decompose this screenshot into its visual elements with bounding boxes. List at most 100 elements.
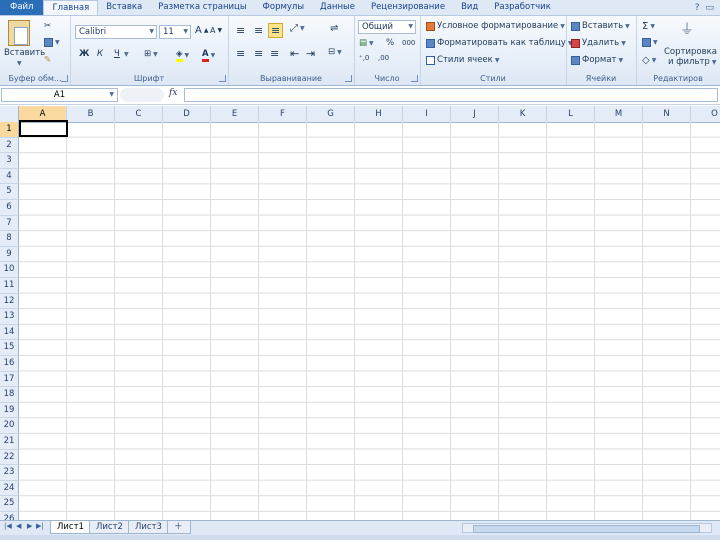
thousands-button[interactable]: 000 xyxy=(402,39,415,47)
row-header-1[interactable]: 1 xyxy=(0,122,19,138)
row-header-14[interactable]: 14 xyxy=(0,324,19,341)
increase-decimal-icon[interactable]: ⁺,0 xyxy=(359,54,369,62)
column-header-d[interactable]: D xyxy=(163,106,211,122)
column-header-b[interactable]: B xyxy=(67,106,115,122)
cut-icon[interactable]: ✂ xyxy=(44,21,51,31)
column-header-a[interactable]: A xyxy=(19,106,67,122)
column-header-n[interactable]: N xyxy=(643,106,691,122)
wrap-text-icon[interactable]: ⇌ xyxy=(330,23,338,34)
help-icon[interactable]: ? xyxy=(695,3,700,13)
clear-icon[interactable]: ◇ ▼ xyxy=(642,55,656,66)
font-name-select[interactable]: Calibri ▼ xyxy=(75,25,157,39)
select-all-corner[interactable] xyxy=(0,106,19,122)
row-header-24[interactable]: 24 xyxy=(0,480,19,497)
row-header-21[interactable]: 21 xyxy=(0,434,19,450)
align-middle-icon[interactable]: ≡ xyxy=(254,24,263,37)
underline-dropdown[interactable]: ▼ xyxy=(124,51,129,58)
row-header-13[interactable]: 13 xyxy=(0,309,19,325)
name-box[interactable]: A1 ▼ xyxy=(1,88,118,102)
horizontal-scroll-thumb[interactable] xyxy=(473,525,700,533)
row-header-10[interactable]: 10 xyxy=(0,262,19,278)
formula-input[interactable] xyxy=(184,88,718,102)
column-header-o[interactable]: O xyxy=(691,106,720,122)
cell-styles-button[interactable]: Стили ячеек ▼ xyxy=(426,55,499,65)
delete-cells-button[interactable]: Удалить ▼ xyxy=(571,38,626,48)
number-format-select[interactable]: Общий ▼ xyxy=(358,20,416,34)
tab-page-layout[interactable]: Разметка страницы xyxy=(150,0,254,15)
row-header-23[interactable]: 23 xyxy=(0,465,19,481)
row-header-20[interactable]: 20 xyxy=(0,418,19,434)
insert-cells-button[interactable]: Вставить ▼ xyxy=(571,21,630,31)
column-header-g[interactable]: G xyxy=(307,106,355,122)
cells-area[interactable] xyxy=(19,122,720,520)
sheet-tab-1[interactable]: Лист1 xyxy=(50,521,91,534)
currency-icon[interactable]: ▤ ▼ xyxy=(359,38,374,48)
sort-filter-button-line2[interactable]: и фильтр ▼ xyxy=(668,57,716,67)
sheet-tab-3[interactable]: Лист3 xyxy=(128,521,169,534)
tab-file[interactable]: Файл xyxy=(0,0,44,15)
shrink-font-button[interactable]: A ▼ xyxy=(210,26,222,35)
column-header-e[interactable]: E xyxy=(211,106,259,122)
number-launcher-icon[interactable] xyxy=(411,75,418,82)
row-header-26[interactable]: 26 xyxy=(0,512,19,520)
row-header-4[interactable]: 4 xyxy=(0,168,19,185)
column-header-j[interactable]: J xyxy=(451,106,499,122)
fill-icon[interactable]: ▼ xyxy=(642,38,658,47)
fill-color-icon[interactable]: ◈ ▼ xyxy=(176,49,189,62)
row-header-8[interactable]: 8 xyxy=(0,231,19,247)
column-header-m[interactable]: M xyxy=(595,106,643,122)
tab-data[interactable]: Данные xyxy=(312,0,363,15)
align-bottom-icon[interactable]: ≡ xyxy=(268,23,284,38)
row-header-25[interactable]: 25 xyxy=(0,496,19,512)
row-header-6[interactable]: 6 xyxy=(0,200,19,216)
row-header-12[interactable]: 12 xyxy=(0,293,19,310)
tab-review[interactable]: Рецензирование xyxy=(363,0,453,15)
column-header-k[interactable]: K xyxy=(499,106,547,122)
tab-insert[interactable]: Вставка xyxy=(98,0,150,15)
row-header-11[interactable]: 11 xyxy=(0,278,19,294)
font-size-select[interactable]: 11 ▼ xyxy=(159,25,191,39)
row-header-3[interactable]: 3 xyxy=(0,153,19,169)
insert-sheet-icon[interactable]: ＋ xyxy=(167,521,191,534)
align-left-icon[interactable]: ≡ xyxy=(236,47,245,60)
conditional-formatting-button[interactable]: Условное форматирование ▼ xyxy=(426,21,565,31)
row-header-17[interactable]: 17 xyxy=(0,371,19,388)
italic-button[interactable]: К xyxy=(97,49,103,59)
column-header-h[interactable]: H xyxy=(355,106,403,122)
sort-filter-icon[interactable]: ⏚ xyxy=(680,19,694,39)
increase-indent-icon[interactable]: ⇥ xyxy=(306,47,315,60)
bold-button[interactable]: Ж xyxy=(79,49,89,59)
insert-function-icon[interactable]: fx xyxy=(169,88,177,98)
clipboard-launcher-icon[interactable] xyxy=(61,75,68,82)
orientation-icon[interactable]: ⤢ ▼ xyxy=(290,23,305,34)
percent-button[interactable]: % xyxy=(386,38,394,48)
paste-icon[interactable] xyxy=(8,20,30,46)
tab-home[interactable]: Главная xyxy=(43,0,99,15)
align-right-icon[interactable]: ≡ xyxy=(270,47,279,60)
format-painter-icon[interactable]: ✎ xyxy=(44,55,51,65)
row-header-7[interactable]: 7 xyxy=(0,215,19,232)
sheet-tab-2[interactable]: Лист2 xyxy=(89,521,130,534)
decrease-decimal-icon[interactable]: ,00 xyxy=(378,54,389,62)
font-launcher-icon[interactable] xyxy=(219,75,226,82)
sort-filter-button[interactable]: Сортировка xyxy=(664,47,717,57)
align-center-icon[interactable]: ≡ xyxy=(254,47,263,60)
minimize-ribbon-icon[interactable]: ▭ xyxy=(705,3,714,13)
last-sheet-icon[interactable]: ▶| xyxy=(36,522,44,530)
copy-icon[interactable]: ▼ xyxy=(44,38,60,47)
format-cells-button[interactable]: Формат ▼ xyxy=(571,55,623,65)
autosum-icon[interactable]: Σ ▼ xyxy=(642,21,655,32)
row-header-2[interactable]: 2 xyxy=(0,137,19,154)
row-header-22[interactable]: 22 xyxy=(0,449,19,466)
grow-font-button[interactable]: A ▲ xyxy=(195,25,208,36)
column-header-f[interactable]: F xyxy=(259,106,307,122)
format-as-table-button[interactable]: Форматировать как таблицу▼ xyxy=(426,38,572,48)
borders-icon[interactable]: ⊞ ▼ xyxy=(144,49,158,59)
column-header-i[interactable]: I xyxy=(403,106,451,122)
row-header-5[interactable]: 5 xyxy=(0,184,19,200)
underline-button[interactable]: Ч xyxy=(114,49,120,59)
tab-view[interactable]: Вид xyxy=(453,0,486,15)
row-header-16[interactable]: 16 xyxy=(0,356,19,372)
paste-button[interactable]: Вставить xyxy=(4,48,45,58)
next-sheet-icon[interactable]: ▶ xyxy=(27,522,32,530)
